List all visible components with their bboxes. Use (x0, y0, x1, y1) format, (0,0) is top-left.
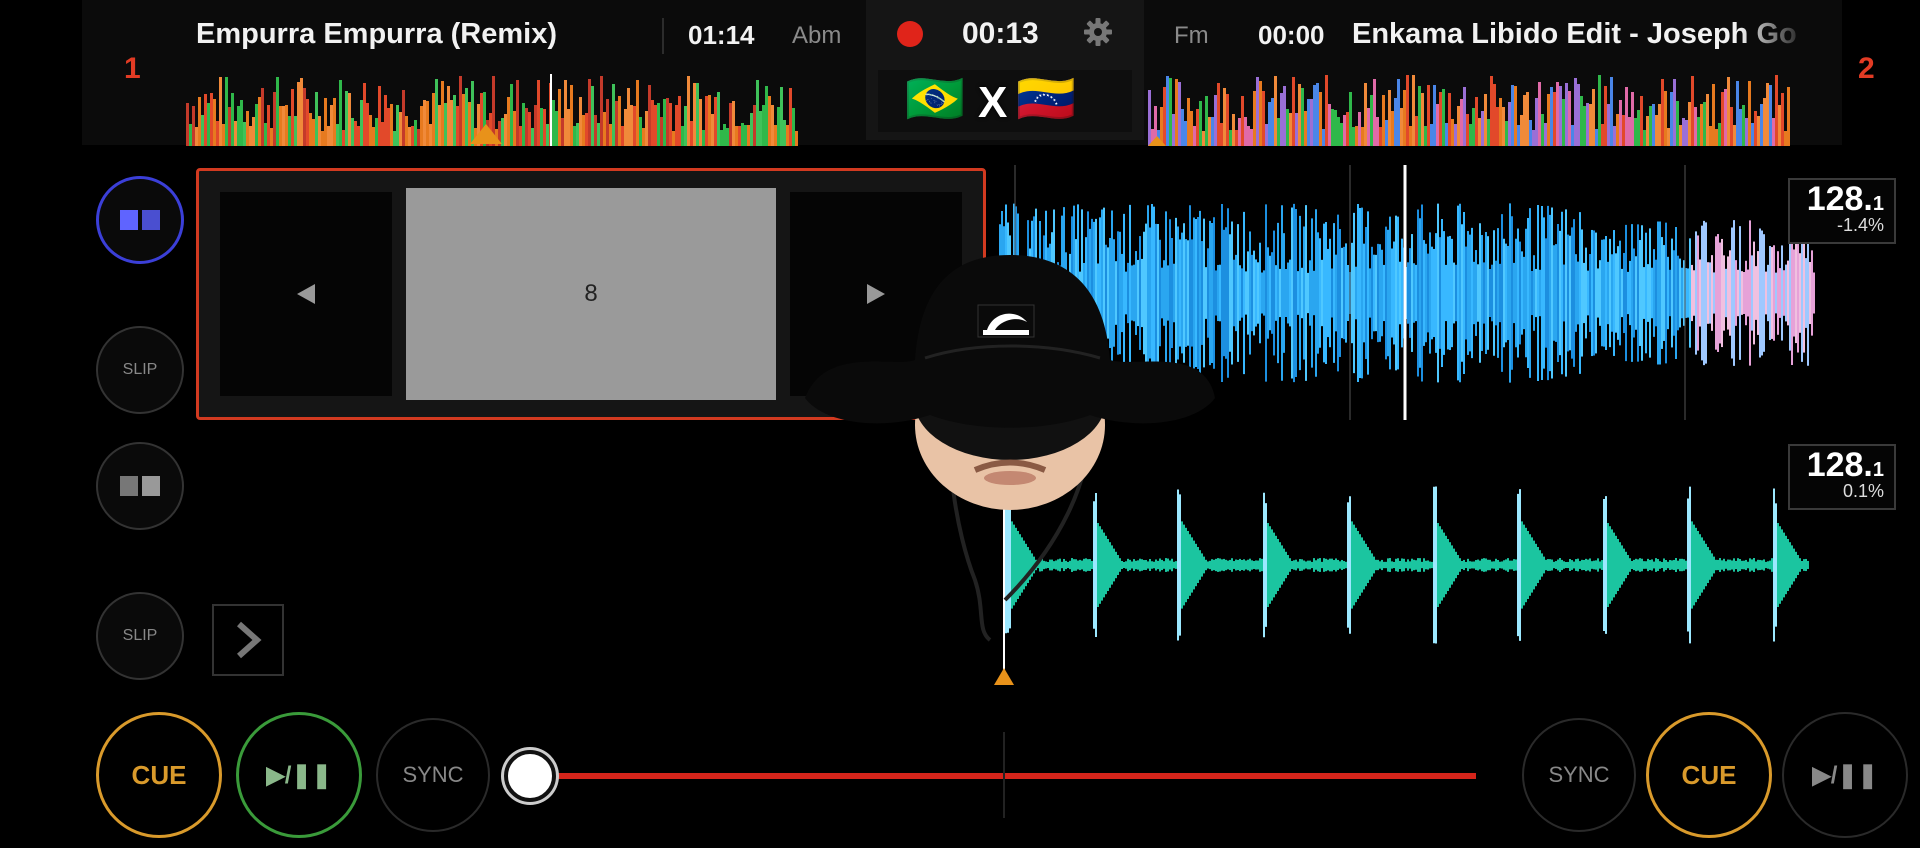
play-pause-label: ▶/❚❚ (1812, 761, 1878, 789)
deck-number-left: 1 (124, 52, 141, 85)
deck-number-right: 2 (1858, 52, 1875, 85)
cue-button-right[interactable]: CUE (1646, 712, 1772, 838)
brazil-flag-icon: 🇧🇷 (905, 73, 965, 126)
play-pause-button-right[interactable]: ▶/❚❚ (1782, 712, 1908, 838)
record-time: 00:13 (962, 17, 1039, 50)
chevron-right-icon (237, 621, 262, 659)
cue-marker-left (470, 124, 502, 144)
crossfader-center-line (1003, 732, 1005, 818)
overview-waveform-right[interactable] (1148, 74, 1824, 146)
track-title-right[interactable]: Enkama Libido Edit - Joseph Go (1352, 18, 1808, 51)
cue-marker-bottom (994, 668, 1014, 685)
gear-icon[interactable] (1082, 16, 1114, 48)
loop-halve-button[interactable] (220, 192, 392, 396)
bpm-display-top[interactable]: 128.1 -1.4% (1788, 178, 1896, 244)
versus-label: X (978, 78, 1008, 127)
slip-button-top[interactable]: SLIP (96, 326, 184, 414)
loop-length-value: 8 (584, 280, 598, 307)
slip-label: SLIP (122, 361, 158, 378)
track-key-right: Fm (1174, 22, 1209, 49)
track-key-left: Abm (792, 22, 842, 49)
overview-bar (795, 131, 798, 146)
bucket-hat-character-sticker (805, 255, 1215, 642)
sync-label: SYNC (1548, 762, 1610, 787)
bpm-decimal: 1 (1872, 193, 1884, 215)
track-time-right: 00:00 (1258, 20, 1325, 50)
record-icon[interactable] (897, 21, 923, 47)
deck-layout-icon (120, 210, 160, 230)
divider (662, 18, 664, 54)
cue-marker-right (1148, 136, 1166, 146)
cue-label: CUE (1681, 759, 1737, 790)
triangle-left-icon (297, 284, 315, 304)
pitch-percent: -1.4% (1836, 215, 1884, 235)
deck-layout-button-bottom[interactable] (96, 442, 184, 530)
sync-label: SYNC (402, 762, 464, 787)
cue-label: CUE (131, 759, 187, 790)
crossfader-handle[interactable] (504, 750, 556, 802)
track-title-left[interactable]: Empurra Empurra (Remix) (196, 18, 557, 51)
bpm-display-bottom[interactable]: 128.1 0.1% (1788, 444, 1896, 510)
bpm-decimal: 1 (1872, 459, 1884, 481)
bpm-value: 128. (1806, 180, 1873, 218)
slip-button-bottom[interactable]: SLIP (96, 592, 184, 680)
track-time-left: 01:14 (688, 20, 755, 50)
overview-playhead-left (550, 74, 552, 146)
slip-label: SLIP (122, 627, 158, 644)
deck-layout-icon (120, 476, 160, 496)
deck-layout-button[interactable] (96, 176, 184, 264)
expand-button[interactable] (212, 604, 284, 676)
play-pause-button-left[interactable]: ▶/❚❚ (236, 712, 362, 838)
play-pause-label: ▶/❚❚ (266, 761, 332, 789)
venezuela-flag-icon: 🇻🇪 (1016, 73, 1076, 126)
loop-length-button[interactable]: 8 (406, 188, 776, 400)
bpm-value: 128. (1806, 446, 1873, 484)
sync-button-left[interactable]: SYNC (376, 718, 490, 832)
sync-button-right[interactable]: SYNC (1522, 718, 1636, 832)
overview-waveform-left[interactable] (186, 74, 862, 146)
overview-bar (1787, 87, 1790, 146)
cue-button-left[interactable]: CUE (96, 712, 222, 838)
